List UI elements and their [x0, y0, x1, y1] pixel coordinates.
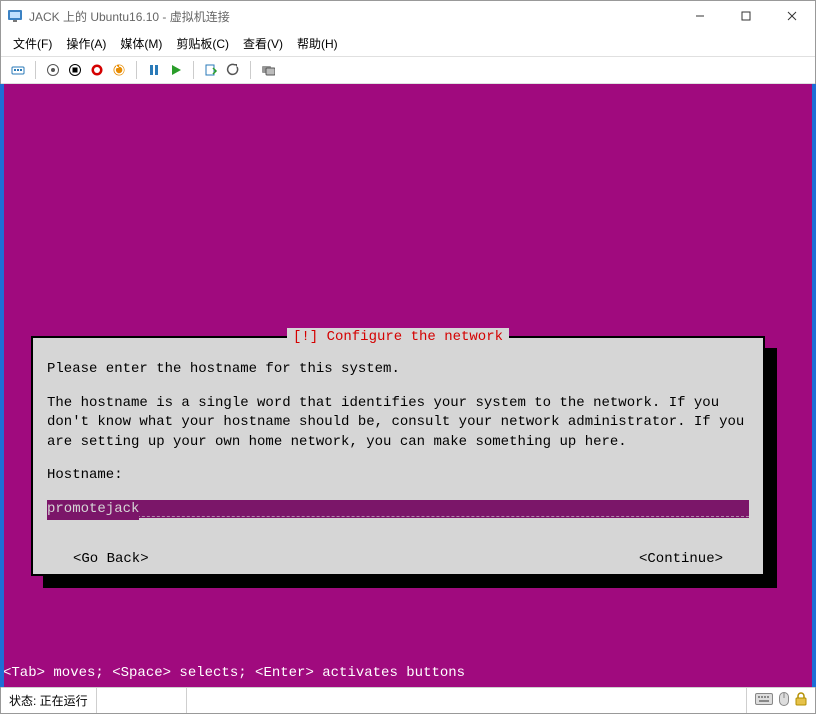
menu-media[interactable]: 媒体(M) [120, 35, 162, 52]
menu-help[interactable]: 帮助(H) [297, 35, 338, 52]
dialog-title: [!] Configure the network [287, 328, 509, 348]
enhanced-session-button[interactable] [259, 61, 277, 79]
status-label: 状态: 正在运行 [1, 688, 97, 713]
app-icon [7, 8, 23, 24]
dialog-instruction-2: The hostname is a single word that ident… [47, 394, 749, 453]
play-button[interactable] [167, 61, 185, 79]
revert-button[interactable] [224, 61, 242, 79]
status-empty-1 [97, 688, 187, 713]
close-button[interactable] [769, 1, 815, 31]
lock-icon [795, 692, 807, 709]
reset-button[interactable] [110, 61, 128, 79]
mouse-icon [779, 692, 789, 709]
shutdown-button[interactable] [88, 61, 106, 79]
menu-clipboard[interactable]: 剪贴板(C) [176, 35, 229, 52]
dialog-instruction-1: Please enter the hostname for this syste… [47, 360, 749, 380]
maximize-button[interactable] [723, 1, 769, 31]
menu-view[interactable]: 查看(V) [243, 35, 283, 52]
minimize-button[interactable] [677, 1, 723, 31]
hostname-label: Hostname: [47, 466, 749, 486]
continue-button[interactable]: <Continue> [639, 550, 723, 570]
menu-action[interactable]: 操作(A) [66, 35, 106, 52]
pause-button[interactable] [145, 61, 163, 79]
menu-file[interactable]: 文件(F) [13, 35, 52, 52]
turnoff-button[interactable] [66, 61, 84, 79]
start-button[interactable] [44, 61, 62, 79]
hostname-value: promotejack [47, 500, 139, 520]
key-hint-bar: <Tab> moves; <Space> selects; <Enter> ac… [1, 661, 815, 687]
go-back-button[interactable]: <Go Back> [73, 550, 149, 570]
status-empty-2 [187, 688, 747, 713]
configure-network-dialog: [!] Configure the network Please enter t… [31, 336, 765, 576]
keyboard-icon [755, 693, 773, 708]
window-title: JACK 上的 Ubuntu16.10 - 虚拟机连接 [29, 8, 677, 25]
ctrl-alt-del-button[interactable] [9, 61, 27, 79]
checkpoint-button[interactable] [202, 61, 220, 79]
hostname-input[interactable]: promotejack [47, 500, 749, 518]
